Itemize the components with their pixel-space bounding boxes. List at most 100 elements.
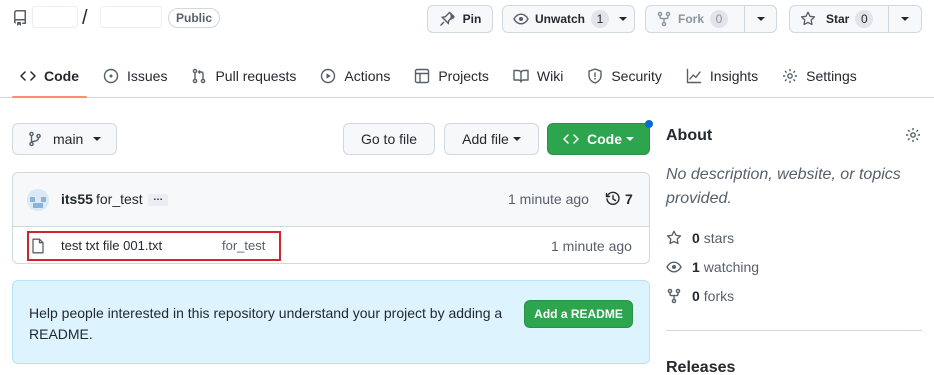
latest-commit-bar: its55 for_test … 1 minute ago 7 (13, 173, 649, 227)
table-icon (414, 68, 438, 84)
gear-icon[interactable] (905, 127, 921, 143)
repo-nav-tabs: Code Issues Pull requests Actions Projec… (0, 56, 934, 98)
fork-button-group: Fork 0 (645, 5, 777, 33)
stars-label: stars (703, 230, 735, 246)
tab-label: Actions (344, 68, 391, 84)
chevron-down-icon (512, 137, 521, 141)
play-icon (320, 68, 344, 84)
watch-button[interactable]: Unwatch 1 (502, 5, 635, 33)
fork-count: 0 (710, 10, 729, 28)
chevron-down-icon (619, 17, 628, 21)
eye-icon (666, 259, 692, 275)
star-icon (800, 11, 816, 27)
readme-prompt-text: Help people interested in this repositor… (29, 305, 503, 342)
avatar[interactable] (27, 189, 49, 211)
file-browser: its55 for_test … 1 minute ago 7 test txt… (12, 172, 650, 264)
code-button-label: Code (587, 131, 622, 147)
tab-label: Settings (806, 68, 857, 84)
pin-label: Pin (462, 12, 482, 26)
tab-label: Wiki (536, 68, 564, 84)
highlight-box (27, 231, 281, 261)
commit-expand-button[interactable]: … (148, 193, 168, 206)
tab-code[interactable]: Code (12, 56, 87, 98)
chevron-down-icon (756, 17, 765, 21)
file-time: 1 minute ago (551, 238, 632, 254)
tab-label: Code (44, 68, 79, 84)
branch-icon (27, 131, 43, 147)
pin-icon (439, 11, 455, 27)
file-row[interactable]: test txt file 001.txt for_test 1 minute … (13, 227, 649, 264)
code-button[interactable]: Code (547, 123, 650, 155)
star-button[interactable]: Star 0 (790, 6, 888, 32)
history-icon (605, 191, 621, 207)
commit-history-link[interactable]: 7 (605, 191, 633, 207)
fork-icon (666, 288, 692, 304)
forks-stat[interactable]: 0 forks (666, 288, 734, 304)
gear-icon (782, 68, 806, 84)
tab-projects[interactable]: Projects (406, 56, 497, 96)
go-to-file-button[interactable]: Go to file (343, 123, 435, 155)
fork-button[interactable]: Fork 0 (646, 6, 744, 32)
book-icon (513, 68, 537, 84)
commit-author[interactable]: its55 (61, 191, 93, 207)
tab-security[interactable]: Security (579, 56, 670, 96)
tab-label: Projects (438, 68, 489, 84)
star-button-group: Star 0 (789, 5, 922, 33)
star-count: 0 (855, 10, 874, 28)
issue-icon (103, 68, 127, 84)
graph-icon (686, 68, 710, 84)
code-icon (20, 68, 44, 84)
sidebar-divider (666, 330, 922, 331)
visibility-badge: Public (168, 8, 221, 28)
releases-title[interactable]: Releases (666, 359, 735, 375)
star-dropdown[interactable] (889, 6, 921, 32)
watch-count: 1 (591, 10, 610, 28)
notification-dot (645, 120, 653, 128)
tab-actions[interactable]: Actions (312, 56, 398, 96)
stars-stat[interactable]: 0 stars (666, 230, 734, 246)
add-file-label: Add file (462, 131, 509, 147)
pin-button[interactable]: Pin (427, 5, 493, 33)
tab-issues[interactable]: Issues (95, 56, 175, 96)
tab-settings[interactable]: Settings (774, 56, 865, 96)
fork-label: Fork (678, 12, 705, 26)
watch-label: Unwatch (535, 12, 586, 26)
repo-owner-link[interactable] (32, 6, 78, 28)
branch-name: main (53, 131, 84, 147)
watching-count: 1 (692, 259, 700, 275)
fork-icon (656, 11, 672, 27)
tab-wiki[interactable]: Wiki (505, 56, 571, 96)
watching-label: watching (703, 259, 760, 275)
tab-pull-requests[interactable]: Pull requests (183, 56, 304, 96)
shield-icon (587, 68, 611, 84)
tab-label: Issues (127, 68, 168, 84)
chevron-down-icon (901, 17, 909, 21)
code-icon (563, 131, 579, 147)
add-readme-button[interactable]: Add a README (524, 300, 633, 328)
branch-select-button[interactable]: main (12, 123, 117, 155)
commit-time[interactable]: 1 minute ago (508, 191, 589, 207)
forks-label: forks (703, 288, 735, 304)
about-title: About (666, 127, 713, 144)
fork-dropdown[interactable] (745, 6, 776, 32)
readme-prompt: Help people interested in this repositor… (12, 280, 650, 364)
add-file-button[interactable]: Add file (444, 123, 539, 155)
tab-label: Pull requests (215, 68, 297, 84)
star-icon (666, 230, 692, 246)
stars-count: 0 (692, 230, 700, 246)
star-label: Star (826, 12, 850, 26)
tab-label: Security (611, 68, 662, 84)
commit-count: 7 (625, 191, 633, 207)
eye-icon (513, 11, 529, 27)
commit-message[interactable]: for_test (96, 191, 143, 207)
about-description: No description, website, or topics provi… (666, 166, 901, 207)
repo-name-link[interactable] (100, 6, 162, 28)
tab-label: Insights (709, 68, 759, 84)
chevron-down-icon (93, 137, 102, 141)
path-separator: / (82, 7, 88, 29)
tab-insights[interactable]: Insights (678, 56, 766, 96)
forks-count: 0 (692, 288, 700, 304)
repo-icon (12, 10, 28, 26)
watching-stat[interactable]: 1 watching (666, 259, 759, 275)
chevron-down-icon (626, 137, 634, 141)
